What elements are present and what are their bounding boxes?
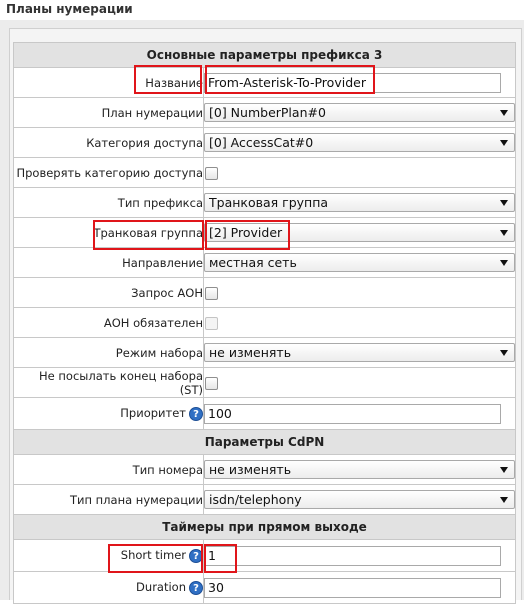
trunk-group-select[interactable]: [2] Provider: [204, 223, 515, 242]
dropdown-arrow-icon: [500, 230, 508, 236]
numbering-plan-select[interactable]: [0] NumberPlan#0: [204, 103, 515, 122]
check-access-category-label: Проверять категорию доступа: [13, 157, 204, 188]
check-access-category-checkbox[interactable]: [205, 166, 218, 180]
numbering-plan-type-select[interactable]: isdn/telephony: [204, 490, 515, 509]
help-icon[interactable]: ?: [189, 406, 203, 421]
duration-input[interactable]: 30: [204, 577, 501, 598]
row-trunk-group: Транковая группа [2] Provider: [13, 217, 516, 248]
row-priority: Приоритет? 100: [13, 397, 516, 430]
row-duration: Duration? 30: [13, 571, 516, 604]
row-name: Название From-Asterisk-To-Provider: [13, 67, 516, 98]
dropdown-arrow-icon: [500, 467, 508, 473]
row-dial-mode: Режим набора не изменять: [13, 337, 516, 368]
section-header-main: Основные параметры префикса 3: [13, 42, 516, 68]
dropdown-arrow-icon: [500, 110, 508, 116]
page-header: Планы нумерации: [0, 0, 524, 20]
dial-mode-select[interactable]: не изменять: [204, 343, 515, 362]
number-type-label: Тип номера: [13, 454, 204, 485]
priority-input[interactable]: 100: [204, 403, 501, 424]
aon-required-label: АОН обязателен: [13, 307, 204, 338]
row-direction: Направление местная сеть: [13, 247, 516, 278]
numbering-plan-label: План нумерации: [13, 97, 204, 128]
row-aon-request: Запрос АОН: [13, 277, 516, 308]
dial-mode-label: Режим набора: [13, 337, 204, 368]
dropdown-arrow-icon: [500, 140, 508, 146]
short-timer-input[interactable]: 1: [204, 545, 501, 566]
row-no-st: Не посылать конец набора (ST): [13, 367, 516, 398]
row-access-category: Категория доступа [0] AccessCat#0: [13, 127, 516, 158]
aon-request-checkbox[interactable]: [205, 286, 218, 300]
dropdown-arrow-icon: [500, 350, 508, 356]
dropdown-arrow-icon: [500, 200, 508, 206]
prefix-type-value: Транковая группа: [209, 195, 329, 210]
direction-label: Направление: [13, 247, 204, 278]
dropdown-arrow-icon: [500, 497, 508, 503]
prefix-type-select[interactable]: Транковая группа: [204, 193, 515, 212]
numbering-plan-type-label: Тип плана нумерации: [13, 484, 204, 515]
page-title: Планы нумерации: [6, 2, 133, 16]
row-prefix-type: Тип префикса Транковая группа: [13, 187, 516, 218]
duration-label: Duration: [136, 580, 186, 595]
access-category-value: [0] AccessCat#0: [209, 135, 314, 150]
row-short-timer: Short timer? 1: [13, 539, 516, 572]
prefix-type-label: Тип префикса: [13, 187, 204, 218]
dropdown-arrow-icon: [500, 260, 508, 266]
row-numbering-plan: План нумерации [0] NumberPlan#0: [13, 97, 516, 128]
aon-request-label: Запрос АОН: [13, 277, 204, 308]
direction-select[interactable]: местная сеть: [204, 253, 515, 272]
row-numbering-plan-type: Тип плана нумерации isdn/telephony: [13, 484, 516, 515]
access-category-label: Категория доступа: [13, 127, 204, 158]
dial-mode-value: не изменять: [209, 345, 292, 360]
number-type-select[interactable]: не изменять: [204, 460, 515, 479]
access-category-select[interactable]: [0] AccessCat#0: [204, 133, 515, 152]
numbering-plan-type-value: isdn/telephony: [209, 492, 302, 507]
row-number-type: Тип номера не изменять: [13, 454, 516, 485]
direction-value: местная сеть: [209, 255, 297, 270]
row-check-access-category: Проверять категорию доступа: [13, 157, 516, 188]
name-input[interactable]: From-Asterisk-To-Provider: [204, 72, 501, 93]
section-header-timers: Таймеры при прямом выходе: [13, 514, 516, 540]
trunk-group-label: Транковая группа: [13, 217, 204, 248]
row-aon-required: АОН обязателен: [13, 307, 516, 338]
help-icon[interactable]: ?: [189, 548, 203, 563]
short-timer-label: Short timer: [120, 548, 186, 563]
number-type-value: не изменять: [209, 462, 292, 477]
priority-label: Приоритет: [120, 406, 186, 421]
numbering-plan-value: [0] NumberPlan#0: [209, 105, 326, 120]
aon-required-checkbox: [205, 316, 218, 330]
help-icon[interactable]: ?: [189, 580, 203, 595]
section-header-cdpn: Параметры CdPN: [13, 429, 516, 455]
name-label: Название: [13, 67, 204, 98]
prefix-params-table: Основные параметры префикса 3 Название F…: [13, 42, 516, 604]
no-st-label: Не посылать конец набора (ST): [13, 367, 204, 398]
no-st-checkbox[interactable]: [205, 376, 218, 390]
trunk-group-value: [2] Provider: [209, 225, 283, 240]
